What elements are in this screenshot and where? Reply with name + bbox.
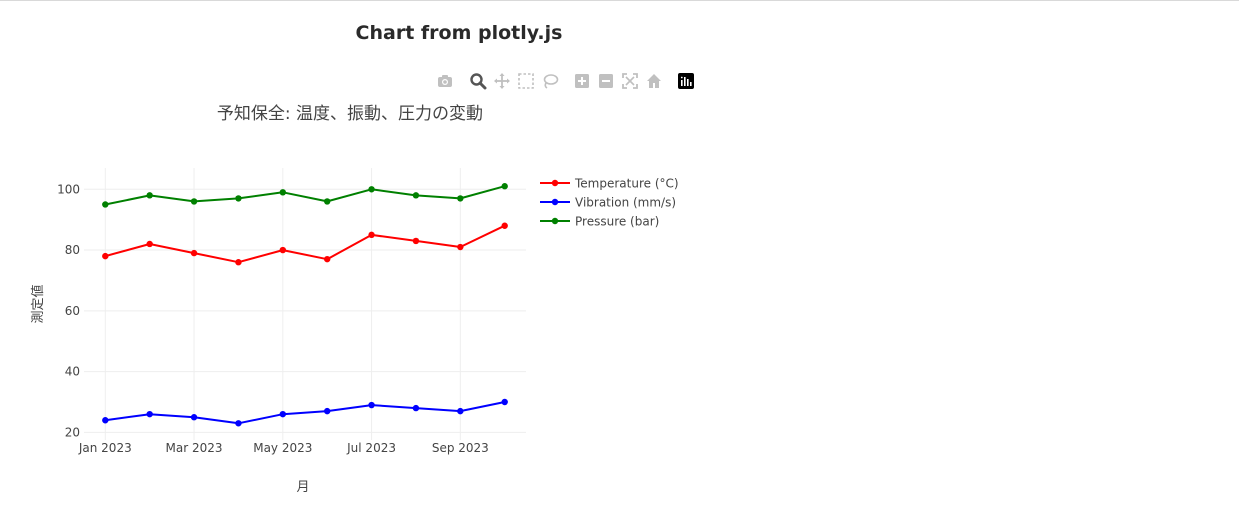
data-point [323,407,331,415]
data-point [146,240,153,248]
data-point [102,252,109,260]
pan-icon[interactable] [493,72,511,90]
legend-marker [551,198,559,206]
data-point [146,192,153,199]
data-point [501,398,508,406]
x-tick-label: Sep 2023 [432,441,489,455]
data-point [102,201,109,208]
y-tick-label: 80 [65,243,80,257]
camera-icon[interactable] [436,72,454,90]
autoscale-icon[interactable] [621,72,639,90]
zoom-in-icon[interactable] [573,72,591,90]
data-point [279,246,287,254]
zoom-out-icon[interactable] [597,72,615,90]
data-point [457,195,464,202]
legend-marker [551,217,559,225]
x-tick-label: Mar 2023 [166,441,223,455]
data-point [102,417,109,424]
data-point [501,222,508,229]
plotly-logo-icon[interactable] [677,72,695,90]
reset-axes-icon[interactable] [645,72,663,90]
data-point [190,198,198,205]
y-tick-label: 100 [57,182,80,196]
legend-label: Vibration (mm/s) [575,196,676,210]
data-point [501,183,508,190]
data-point [235,420,242,427]
data-point [323,255,331,263]
series-line [105,401,505,425]
data-point [146,410,153,418]
y-tick-label: 20 [65,425,80,439]
data-point [412,404,420,412]
data-point [279,410,287,418]
box-select-icon[interactable] [517,72,535,90]
data-point [279,189,287,196]
x-tick-label: Jul 2023 [346,441,396,455]
data-point [412,237,420,245]
series-line [105,224,506,264]
line-chart: Jan 2023 Mar 2023 May 2023 Jul 2023 Sep 2023… [30,104,679,495]
data-point [190,249,198,257]
zoom-icon[interactable] [469,72,487,90]
x-tick-label: May 2023 [253,441,312,455]
y-tick-label: 40 [65,365,80,379]
y-axis-title: 測定値 [30,284,46,323]
data-point [457,243,464,251]
data-point [368,401,375,409]
data-point [368,186,375,193]
data-point [235,195,242,202]
x-axis-title: 月 [296,480,309,495]
chart-title: 予知保全: 温度、振動、圧力の変動 [217,104,483,124]
legend-label: Temperature (°C) [574,177,679,191]
y-tick-label: 60 [65,304,80,318]
data-point [190,414,198,421]
legend-label: Pressure (bar) [575,215,659,229]
data-point [457,407,464,415]
data-point [368,231,375,239]
data-point [323,198,331,205]
data-point [412,192,420,199]
lasso-select-icon[interactable] [541,72,559,90]
legend-marker [551,179,559,187]
data-point [235,259,242,266]
x-tick-label: Jan 2023 [78,441,132,455]
